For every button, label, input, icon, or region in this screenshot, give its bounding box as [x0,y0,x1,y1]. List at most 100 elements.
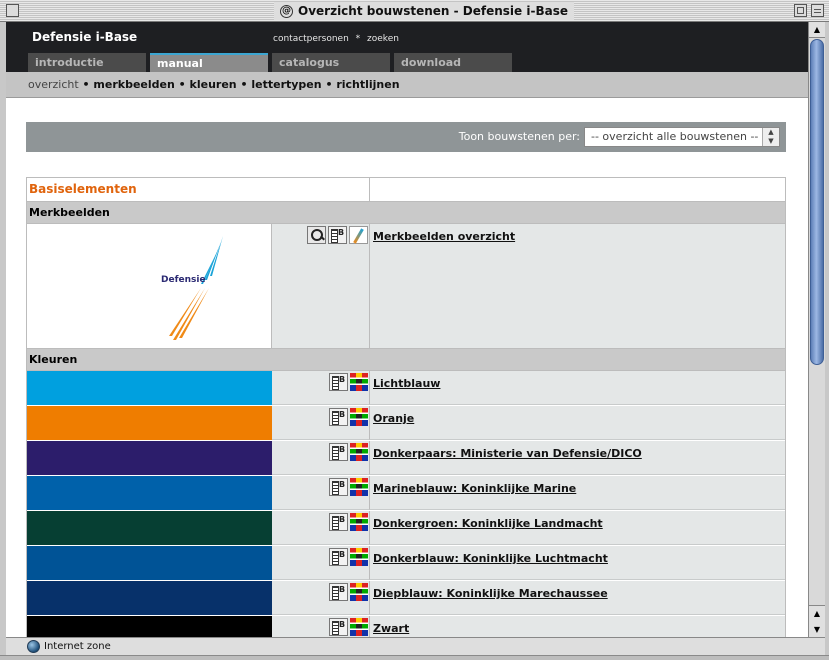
color-link[interactable]: Lichtblauw [373,377,440,390]
contactpersonen-link[interactable]: contactpersonen [273,34,349,44]
palette-icon[interactable] [350,548,368,566]
defensie-logo-preview: Defensie [27,224,272,348]
subnav-separator: • [178,78,186,91]
document-icon[interactable] [329,513,348,531]
window-zoom-button[interactable] [794,4,807,17]
palette-icon[interactable] [350,373,368,391]
site-header: Defensie i-Base contactpersonen * zoeken… [6,22,808,72]
tab-catalogus[interactable]: catalogus [272,53,390,72]
color-tools [272,546,370,580]
subnav-separator: • [240,78,248,91]
color-swatch [27,406,272,440]
subnav-separator: • [325,78,333,91]
section-title: Basiselementen [27,178,370,201]
document-icon[interactable] [329,478,348,496]
magnify-icon[interactable] [307,226,326,244]
color-row: Oranje [27,406,785,441]
color-link-cell: Zwart [370,616,785,637]
window-titlebar[interactable]: @ Overzicht bouwstenen - Defensie i-Base [0,0,829,22]
merkbeelden-link-cell: Merkbeelden overzicht [370,224,785,348]
color-tools [272,441,370,475]
defensie-logo-icon [169,236,223,340]
tab-download[interactable]: download [394,53,512,72]
color-link-cell: Oranje [370,406,785,440]
vertical-scrollbar[interactable]: ▲ ▲ ▼ [808,22,825,637]
color-link[interactable]: Donkergroen: Koninklijke Landmacht [373,517,603,530]
tab-manual[interactable]: manual [150,53,268,72]
color-row: Donkerpaars: Ministerie van Defensie/DIC… [27,441,785,476]
color-row: Zwart [27,616,785,637]
document-icon[interactable] [329,373,348,391]
subnav-overzicht[interactable]: overzicht [28,78,79,91]
filter-bar: Toon bouwstenen per: -- overzicht alle b… [26,122,786,152]
color-link[interactable]: Marineblauw: Koninklijke Marine [373,482,576,495]
palette-icon[interactable] [350,408,368,426]
palette-icon[interactable] [350,583,368,601]
subnav-richtlijnen[interactable]: richtlijnen [336,78,399,91]
palette-icon[interactable] [350,478,368,496]
globe-icon [27,640,40,653]
color-link[interactable]: Diepblauw: Koninklijke Marechaussee [373,587,608,600]
zoeken-link[interactable]: zoeken [367,34,399,44]
group-header-kleuren: Kleuren [27,349,785,371]
window-collapse-button[interactable] [811,4,824,17]
group-header-merkbeelden: Merkbeelden [27,202,785,224]
color-swatch [27,546,272,580]
merkbeelden-tools [272,224,370,348]
scroll-down-arrow-icon[interactable]: ▼ [809,622,825,638]
window-title: @ Overzicht bouwstenen - Defensie i-Base [274,2,574,20]
color-row: Donkerblauw: Koninklijke Luchtmacht [27,546,785,581]
window-title-text: Overzicht bouwstenen - Defensie i-Base [298,4,568,18]
document-icon[interactable] [329,583,348,601]
document-icon[interactable] [329,408,348,426]
filter-selected-value: -- overzicht alle bouwstenen -- [591,130,759,143]
merkbeelden-overzicht-link[interactable]: Merkbeelden overzicht [373,230,515,243]
color-swatch [27,441,272,475]
color-row: Diepblauw: Koninklijke Marechaussee [27,581,785,616]
color-link[interactable]: Donkerblauw: Koninklijke Luchtmacht [373,552,608,565]
subnav-separator: • [82,78,90,91]
document-icon[interactable] [328,226,347,244]
color-swatch [27,371,272,405]
color-link-cell: Diepblauw: Koninklijke Marechaussee [370,581,785,615]
palette-icon[interactable] [350,618,368,636]
subnav-lettertypen[interactable]: lettertypen [251,78,321,91]
color-tools [272,616,370,637]
scroll-up-arrow-icon[interactable]: ▲ [809,606,825,622]
site-logo[interactable]: Defensie i-Base [32,30,137,44]
top-links: contactpersonen * zoeken [273,34,399,44]
color-swatch [27,616,272,637]
browser-icon: @ [280,4,293,18]
window-close-button[interactable] [6,4,19,17]
color-link[interactable]: Oranje [373,412,414,425]
color-row: Lichtblauw [27,371,785,406]
subnav-merkbeelden[interactable]: merkbeelden [93,78,174,91]
color-link-cell: Marineblauw: Koninklijke Marine [370,476,785,510]
toplink-separator: * [355,34,361,44]
subnav-kleuren[interactable]: kleuren [190,78,237,91]
scroll-thumb[interactable] [810,39,824,365]
document-icon[interactable] [329,618,348,636]
palette-icon[interactable] [350,513,368,531]
logo-download-icon[interactable] [349,226,368,244]
color-link[interactable]: Donkerpaars: Ministerie van Defensie/DIC… [373,447,642,460]
color-row: Donkergroen: Koninklijke Landmacht [27,511,785,546]
merkbeelden-row: Defensie Merkbeelden overzicht [27,224,785,349]
palette-icon[interactable] [350,443,368,461]
status-bar: Internet zone [6,637,825,655]
color-row: Marineblauw: Koninklijke Marine [27,476,785,511]
color-link-cell: Lichtblauw [370,371,785,405]
tab-introductie[interactable]: introductie [28,53,146,72]
scroll-up-arrow-icon[interactable]: ▲ [809,22,825,38]
logo-wordmark: Defensie [161,275,206,285]
color-tools [272,371,370,405]
color-link[interactable]: Zwart [373,622,409,635]
main-tabs: introductie manual catalogus download [28,53,516,72]
document-icon[interactable] [329,548,348,566]
section-header: Basiselementen [27,178,785,202]
bouwstenen-table: Basiselementen Merkbeelden Defensie B Me… [26,177,786,637]
bouwstenen-filter-select[interactable]: -- overzicht alle bouwstenen -- ▲ ▼ [584,127,780,147]
document-icon[interactable] [329,443,348,461]
color-tools [272,406,370,440]
color-swatch [27,476,272,510]
